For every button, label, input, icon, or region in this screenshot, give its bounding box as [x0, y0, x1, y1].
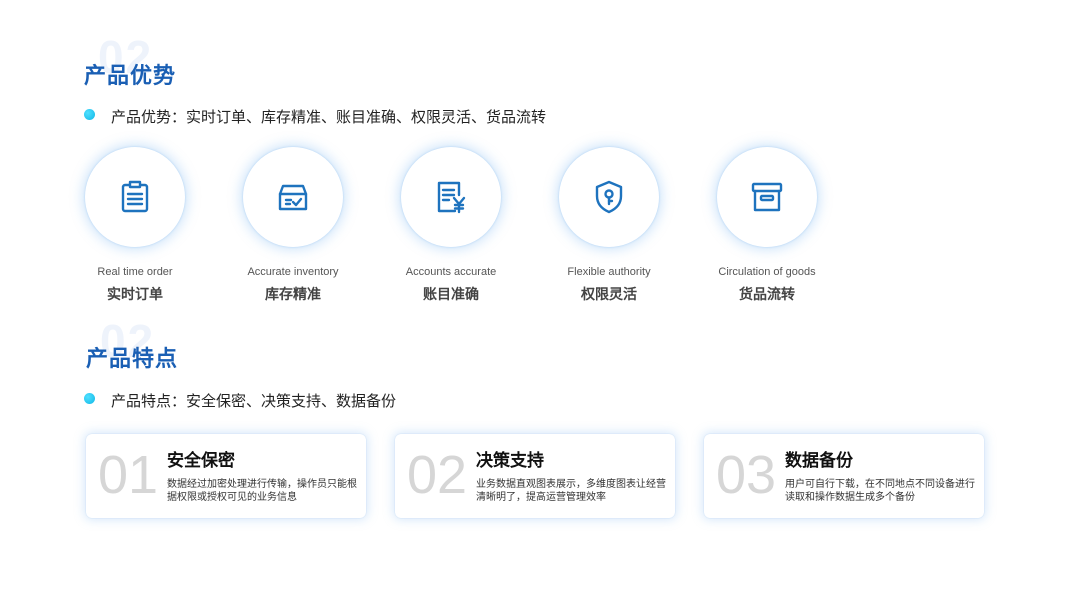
- advantage-circle: [717, 147, 817, 247]
- advantage-item-real-time-order: Real time order 实时订单: [60, 147, 210, 304]
- feature-card-title: 决策支持: [476, 451, 544, 471]
- advantage-circle: [243, 147, 343, 247]
- advantage-cn-label: 实时订单: [107, 287, 163, 303]
- bullet-dot-icon: [84, 393, 95, 404]
- feature-card-description: 用户可自行下载，在不同地点不同设备进行读取和操作数据生成多个备份: [785, 479, 975, 503]
- feature-card-number: 03: [716, 445, 777, 505]
- advantage-cn-label: 账目准确: [423, 287, 479, 303]
- section2-bullet: 产品特点：安全保密、决策支持、数据备份: [84, 390, 396, 411]
- clipboard-icon: [121, 180, 149, 213]
- advantage-circle: [401, 147, 501, 247]
- feature-card-data-backup: 03 数据备份 用户可自行下载，在不同地点不同设备进行读取和操作数据生成多个备份: [704, 434, 984, 518]
- advantage-cn-label: 货品流转: [739, 287, 795, 303]
- advantage-item-flexible-authority: Flexible authority 权限灵活: [534, 147, 684, 304]
- advantage-en-label: Accurate inventory: [247, 266, 339, 278]
- section1-title: 产品优势: [84, 64, 177, 89]
- inventory-box-icon: [278, 184, 308, 211]
- advantage-circle: [85, 147, 185, 247]
- advantage-en-label: Accounts accurate: [405, 266, 497, 278]
- section1-bullet: 产品优势：实时订单、库存精准、账目准确、权限灵活、货品流转: [84, 106, 546, 127]
- advantage-en-label: Circulation of goods: [718, 266, 816, 278]
- section2-title: 产品特点: [86, 347, 179, 372]
- section2-bullet-text: 产品特点：安全保密、决策支持、数据备份: [111, 392, 397, 410]
- shield-key-icon: [595, 180, 623, 214]
- feature-card-title: 安全保密: [167, 451, 235, 471]
- advantage-en-label: Flexible authority: [567, 266, 651, 278]
- advantage-item-circulation-of-goods: Circulation of goods 货品流转: [692, 147, 842, 304]
- archive-box-icon: [751, 182, 783, 212]
- feature-card-security: 01 安全保密 数据经过加密处理进行传输，操作员只能根据权限或授权可见的业务信息: [86, 434, 366, 518]
- feature-card-decision-support: 02 决策支持 业务数据直观图表展示，多维度图表让经营清晰明了，提高运营管理效率: [395, 434, 675, 518]
- feature-card-description: 业务数据直观图表展示，多维度图表让经营清晰明了，提高运营管理效率: [476, 479, 666, 503]
- bullet-dot-icon: [84, 109, 95, 120]
- account-document-yen-icon: [437, 181, 466, 214]
- advantage-item-accurate-inventory: Accurate inventory 库存精准: [218, 147, 368, 304]
- advantage-cn-label: 权限灵活: [581, 287, 637, 303]
- feature-card-number: 01: [98, 445, 159, 505]
- advantage-en-label: Real time order: [97, 266, 173, 278]
- advantage-circle: [559, 147, 659, 247]
- feature-card-title: 数据备份: [785, 451, 853, 471]
- section1-bullet-text: 产品优势：实时订单、库存精准、账目准确、权限灵活、货品流转: [111, 108, 547, 126]
- feature-card-description: 数据经过加密处理进行传输，操作员只能根据权限或授权可见的业务信息: [167, 479, 357, 503]
- advantage-cn-label: 库存精准: [265, 287, 321, 303]
- feature-card-number: 02: [407, 445, 468, 505]
- advantage-item-accounts-accurate: Accounts accurate 账目准确: [376, 147, 526, 304]
